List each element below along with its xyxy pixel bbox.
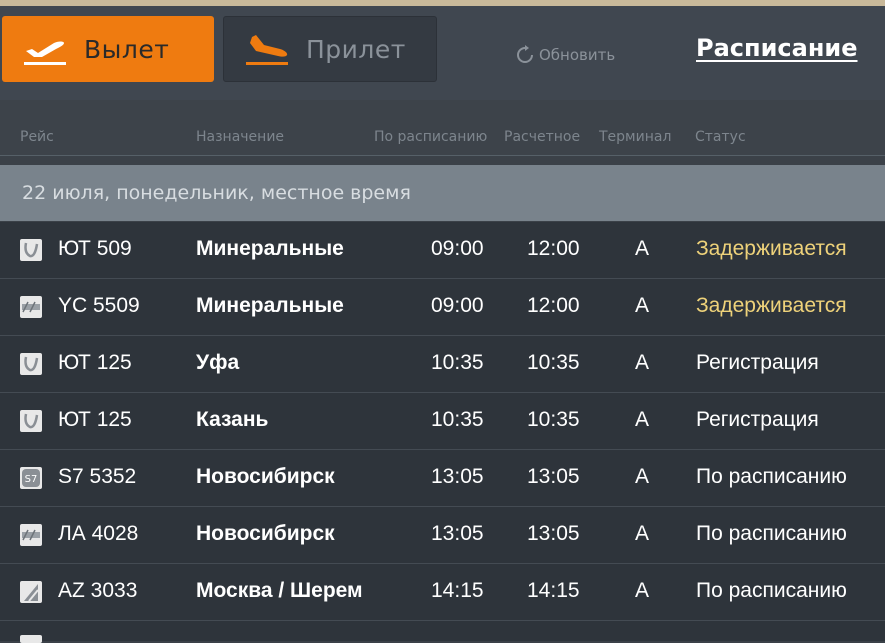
- flight-number: ЛА 4028: [58, 522, 139, 545]
- date-band: 22 июля, понедельник, местное время: [0, 165, 885, 221]
- s7-logo-icon: S7: [20, 467, 42, 489]
- flight-number: YC 5509: [58, 294, 140, 317]
- status: По расписанию: [696, 522, 847, 545]
- estimated-time: 10:35: [527, 351, 580, 374]
- flight-number: S7 5352: [58, 465, 137, 488]
- table-row[interactable]: YC 5509 Минеральные 09:00 12:00 A Задерж…: [0, 279, 885, 336]
- airline-logo-icon: [20, 296, 42, 318]
- utair-logo-icon: [20, 410, 42, 432]
- destination: Новосибирск: [196, 465, 335, 488]
- flight-number: AZ 3033: [58, 579, 138, 602]
- destination: Москва / Шерем: [196, 579, 363, 602]
- terminal: A: [635, 294, 650, 317]
- col-estimated: Расчетное: [504, 129, 581, 145]
- estimated-time: 12:00: [527, 237, 580, 260]
- utair-logo-icon: [20, 239, 42, 261]
- table-row[interactable]: AZ 3033 Москва / Шерем 14:15 14:15 A По …: [0, 564, 885, 621]
- estimated-time: 12:00: [527, 294, 580, 317]
- date-label: 22 июля, понедельник, местное время: [22, 182, 411, 204]
- table-row[interactable]: ЮТ 509 Минеральные 09:00 12:00 A Задержи…: [0, 222, 885, 279]
- estimated-time: 13:05: [527, 522, 580, 545]
- status: По расписанию: [696, 465, 847, 488]
- destination: Минеральные: [196, 237, 344, 260]
- table-row[interactable]: ЛА 4028 Новосибирск 13:05 13:05 A По рас…: [0, 507, 885, 564]
- scheduled-time: 14:15: [431, 579, 484, 602]
- scheduled-time: 10:35: [431, 351, 484, 374]
- terminal: A: [635, 237, 650, 260]
- svg-text:S7: S7: [25, 474, 38, 485]
- flight-number: ЮТ 125: [58, 351, 132, 374]
- terminal: A: [635, 465, 650, 488]
- tab-arrival[interactable]: Прилет: [223, 16, 437, 82]
- table-row[interactable]: ЮТ 125 Казань 10:35 10:35 A Регистрация: [0, 393, 885, 450]
- airline-logo-icon: [20, 524, 42, 546]
- terminal: A: [635, 522, 650, 545]
- schedule-link[interactable]: Расписание: [696, 34, 858, 62]
- terminal: A: [635, 579, 650, 602]
- destination: Минеральные: [196, 294, 344, 317]
- scheduled-time: 13:05: [431, 522, 484, 545]
- col-destination: Назначение: [196, 129, 285, 145]
- airline-logo-icon: [20, 635, 42, 643]
- tab-arrival-label: Прилет: [306, 34, 406, 64]
- table-row[interactable]: ЮТ 125 Уфа 10:35 10:35 A Регистрация: [0, 336, 885, 393]
- terminal: A: [635, 408, 650, 431]
- scheduled-time: 10:35: [431, 408, 484, 431]
- status: По расписанию: [696, 579, 847, 602]
- destination: Казань: [196, 408, 269, 431]
- flight-number: ЮТ 125: [58, 408, 132, 431]
- tab-departure-label: Вылет: [84, 34, 170, 64]
- scheduled-time: 13:05: [431, 465, 484, 488]
- table-row-partial: [0, 621, 885, 643]
- status: Регистрация: [696, 408, 819, 431]
- status: Задерживается: [696, 294, 847, 317]
- destination: Уфа: [196, 351, 240, 374]
- col-scheduled: По расписанию: [374, 129, 488, 145]
- plane-landing-icon: [246, 35, 288, 65]
- col-terminal: Терминал: [599, 129, 672, 145]
- estimated-time: 13:05: [527, 465, 580, 488]
- utair-logo-icon: [20, 353, 42, 375]
- refresh-label: Обновить: [539, 46, 616, 64]
- scheduled-time: 09:00: [431, 237, 484, 260]
- estimated-time: 14:15: [527, 579, 580, 602]
- flight-number: ЮТ 509: [58, 237, 132, 260]
- tab-departure[interactable]: Вылет: [2, 16, 214, 82]
- refresh-button[interactable]: Обновить: [514, 44, 615, 66]
- plane-takeoff-icon: [24, 41, 66, 65]
- refresh-icon: [517, 45, 533, 63]
- header: Вылет Прилет Обновить Расписание: [0, 6, 885, 100]
- table-row[interactable]: S7 S7 5352 Новосибирск 13:05 13:05 A По …: [0, 450, 885, 507]
- alitalia-logo-icon: [20, 581, 42, 603]
- col-flight: Рейс: [20, 129, 54, 145]
- scheduled-time: 09:00: [431, 294, 484, 317]
- col-status: Статус: [695, 129, 746, 145]
- status: Регистрация: [696, 351, 819, 374]
- estimated-time: 10:35: [527, 408, 580, 431]
- column-headers: Рейс Назначение По расписанию Расчетное …: [0, 100, 885, 156]
- destination: Новосибирск: [196, 522, 335, 545]
- flights-table: ЮТ 509 Минеральные 09:00 12:00 A Задержи…: [0, 222, 885, 643]
- status: Задерживается: [696, 237, 847, 260]
- terminal: A: [635, 351, 650, 374]
